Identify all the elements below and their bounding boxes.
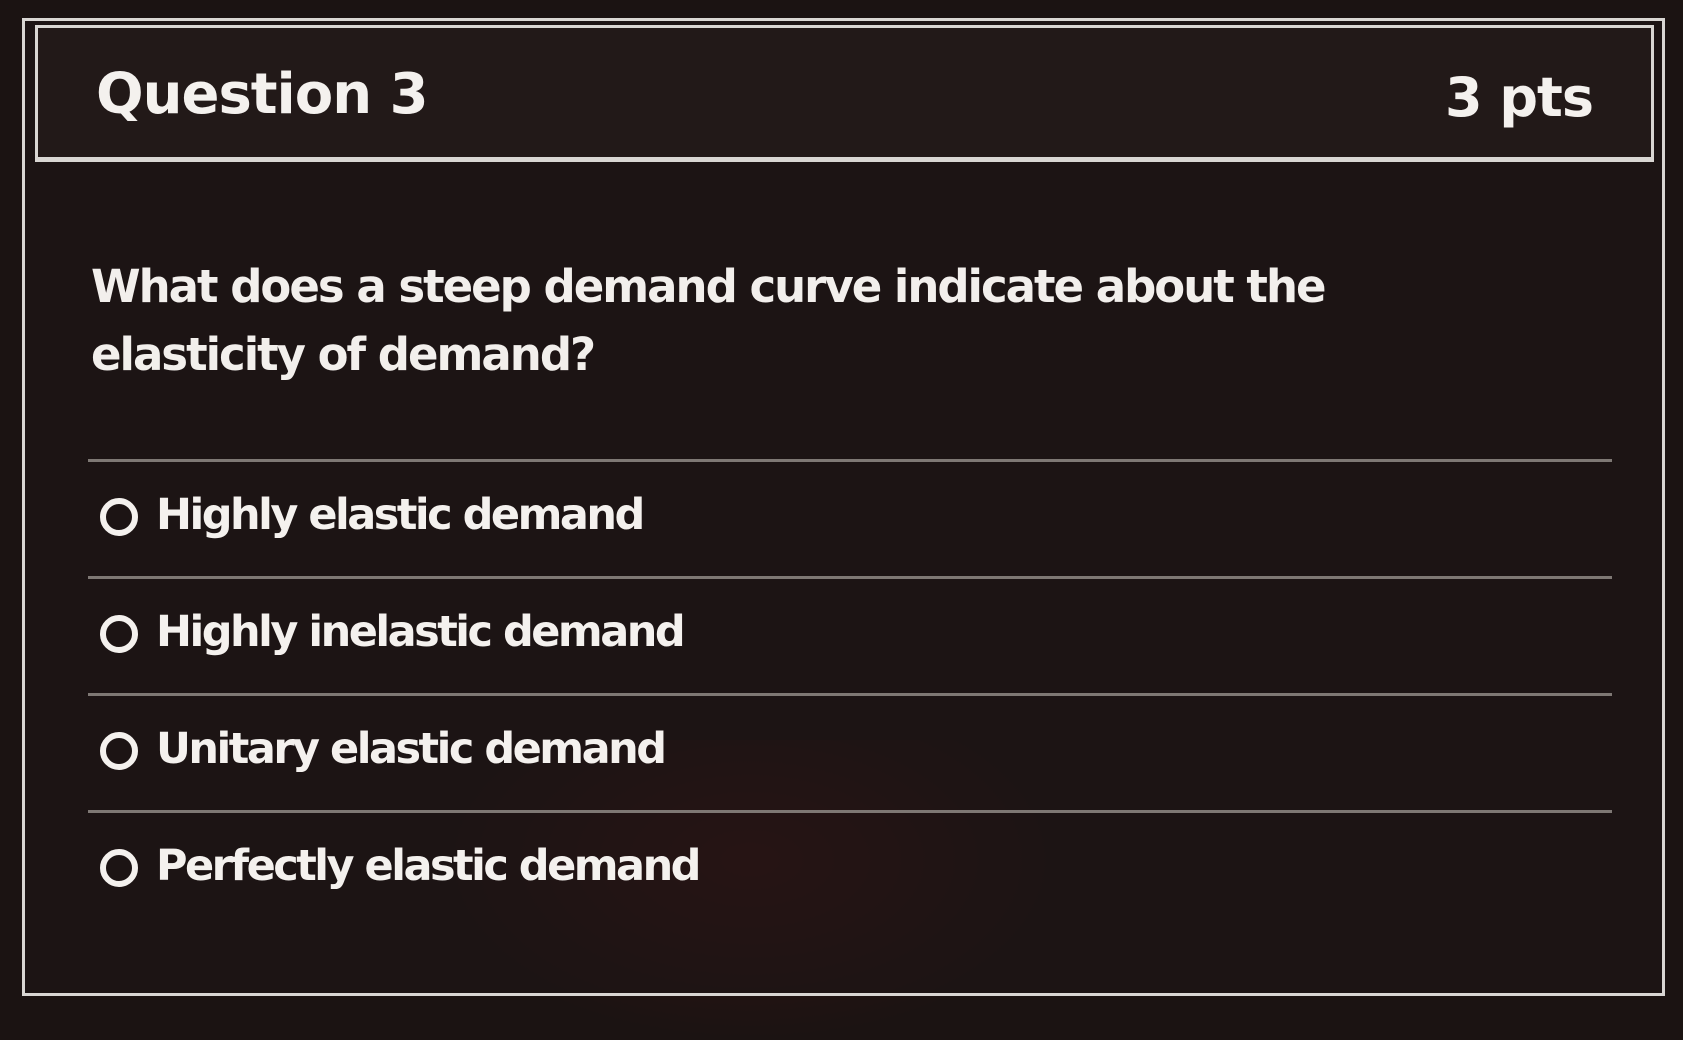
question-header: Question 3 3 pts [35, 25, 1654, 162]
answer-list: Highly elastic demand Highly inelastic d… [88, 459, 1612, 927]
answer-label[interactable]: Highly inelastic demand [156, 607, 686, 657]
question-points: 3 pts [1445, 66, 1594, 129]
answer-label[interactable]: Unitary elastic demand [156, 724, 667, 774]
answer-option-4[interactable]: Perfectly elastic demand [88, 810, 1612, 927]
answer-label[interactable]: Perfectly elastic demand [156, 841, 701, 891]
page: { "question": { "title": "Question 3", "… [0, 0, 1683, 1040]
question-text: What does a steep demand curve indicate … [91, 260, 1327, 381]
radio-unchecked-icon[interactable] [100, 615, 138, 653]
answer-option-1[interactable]: Highly elastic demand [88, 459, 1612, 576]
question-card: Question 3 3 pts What does a steep deman… [22, 18, 1665, 996]
radio-unchecked-icon[interactable] [100, 732, 138, 770]
question-title: Question 3 [96, 62, 429, 127]
radio-unchecked-icon[interactable] [100, 498, 138, 536]
radio-unchecked-icon[interactable] [100, 849, 138, 887]
answer-option-2[interactable]: Highly inelastic demand [88, 576, 1612, 693]
answer-option-3[interactable]: Unitary elastic demand [88, 693, 1612, 810]
answer-label[interactable]: Highly elastic demand [156, 490, 645, 540]
